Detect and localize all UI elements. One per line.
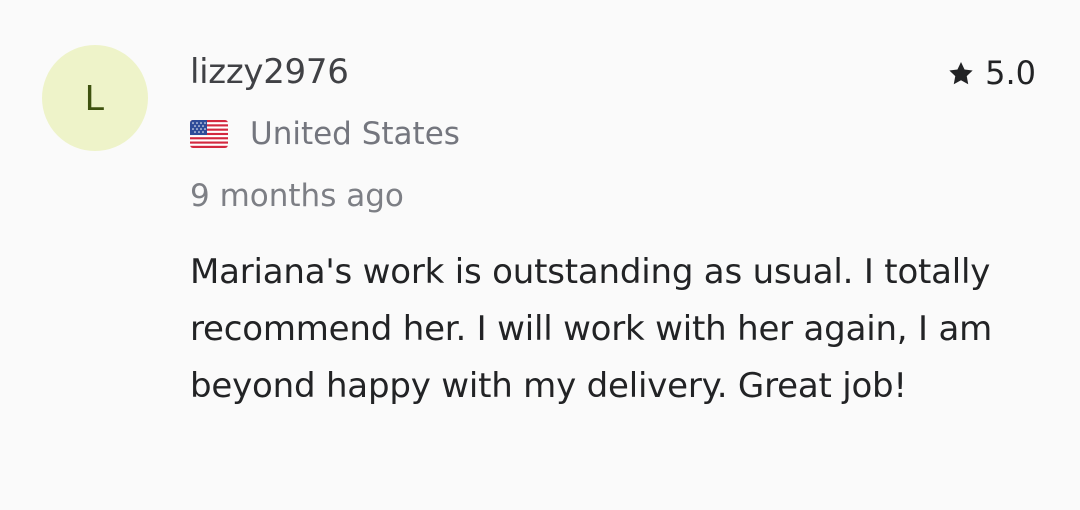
avatar[interactable]: L [42,45,148,151]
rating-value: 5.0 [985,54,1036,92]
us-flag-icon [190,120,228,148]
review-card: L lizzy2976 5.0 United States 9 months a… [0,0,1080,510]
star-icon [947,60,975,87]
reviewer-country: United States [190,116,460,152]
review-text: Mariana's work is outstanding as usual. … [190,252,993,406]
avatar-letter: L [84,77,106,118]
rating: 5.0 [947,54,1036,92]
reviewer-username[interactable]: lizzy2976 [190,52,349,92]
country-name: United States [250,116,460,152]
review-time: 9 months ago [190,178,404,214]
